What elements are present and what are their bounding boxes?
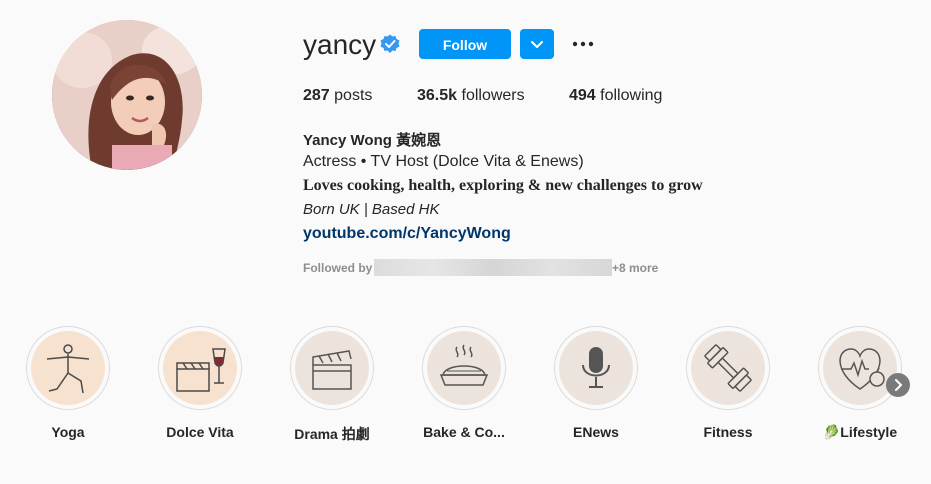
- posts-stat: 287 posts: [303, 87, 372, 105]
- profile-username: yancy: [303, 29, 377, 60]
- followed-by-names-redacted[interactable]: [374, 259, 612, 276]
- more-options-icon[interactable]: [571, 34, 595, 54]
- profile-full-name: Yancy Wong 黃婉恩: [303, 132, 442, 149]
- follow-button[interactable]: Follow: [419, 29, 511, 59]
- bio-line-3: Born UK | Based HK: [303, 201, 440, 218]
- highlight-fitness[interactable]: Fitness: [676, 326, 780, 440]
- bio-line-1: Actress • TV Host (Dolce Vita & Enews): [303, 153, 584, 170]
- bio-external-link[interactable]: youtube.com/c/YancyWong: [303, 225, 511, 243]
- highlight-label: Fitness: [703, 424, 753, 440]
- verified-badge-icon: [380, 34, 400, 53]
- clapperboard-icon: [312, 350, 352, 390]
- highlight-bake[interactable]: Bake & Co...: [412, 326, 516, 440]
- posts-label: posts: [334, 87, 373, 104]
- profile-avatar[interactable]: [52, 20, 202, 170]
- followers-link[interactable]: 36.5k followers: [417, 87, 525, 105]
- suggested-dropdown-button[interactable]: [520, 29, 554, 59]
- followed-by-more[interactable]: +8 more: [612, 261, 658, 275]
- posts-count: 287: [303, 87, 330, 104]
- microphone-icon: [582, 347, 610, 388]
- highlight-label: Dolce Vita: [166, 424, 234, 440]
- following-count: 494: [569, 87, 596, 104]
- followers-count: 36.5k: [417, 87, 458, 104]
- highlight-label: ENews: [573, 424, 619, 440]
- heart-apple-icon: [839, 348, 885, 390]
- highlight-label: 🥬Lifestyle: [822, 424, 898, 440]
- highlight-ring: [26, 326, 110, 410]
- highlight-label: Drama 拍劇: [294, 426, 370, 442]
- following-link[interactable]: 494 following: [569, 87, 662, 105]
- followed-by-label: Followed by: [303, 261, 373, 275]
- dumbbell-icon: [704, 344, 752, 392]
- highlight-dolce-vita[interactable]: Dolce Vita: [148, 326, 252, 440]
- highlight-enews[interactable]: ENews: [544, 326, 648, 440]
- chevron-down-icon: [531, 41, 543, 48]
- highlight-drama[interactable]: Drama 拍劇: [280, 326, 384, 444]
- highlights-next-button[interactable]: [886, 373, 910, 397]
- followers-label: followers: [461, 87, 525, 104]
- following-label: following: [600, 87, 663, 104]
- pie-icon: [439, 344, 489, 386]
- highlight-label: Bake & Co...: [423, 424, 505, 440]
- highlight-yoga[interactable]: Yoga: [16, 326, 120, 440]
- yoga-pose-icon: [46, 344, 90, 394]
- clapperboard-wine-icon: [176, 348, 226, 392]
- highlight-label: Yoga: [51, 424, 85, 440]
- chevron-right-icon: [895, 379, 902, 391]
- bio-line-2: Loves cooking, health, exploring & new c…: [303, 177, 703, 194]
